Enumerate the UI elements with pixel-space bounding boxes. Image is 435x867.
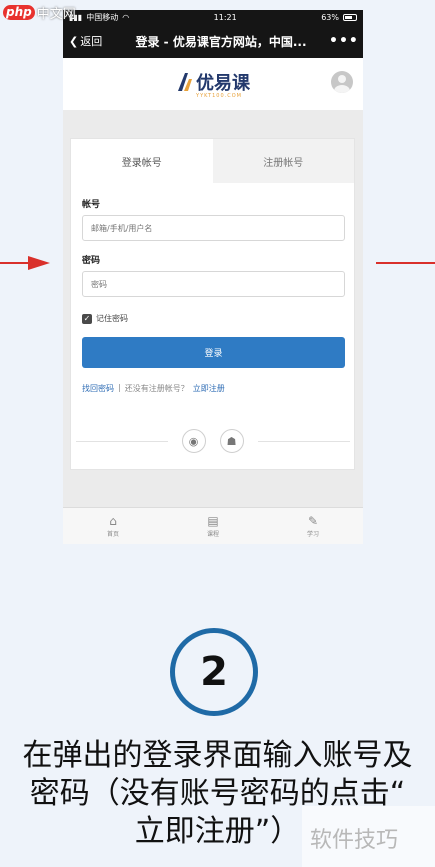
divider [75,440,168,442]
login-card: 登录帐号 注册帐号 帐号 密码 ✓ 记住密码 登录 找回密码 | 还没有注册帐号… [70,138,355,470]
back-button[interactable]: ❮ 返回 [69,33,113,49]
watermark-text: 中文网 [36,7,76,22]
bottom-tab-bar: ⌂ 首页 ▤ 课程 ✎ 学习 [63,507,363,544]
account-links: 找回密码 | 还没有注册帐号？ 立即注册 [82,383,343,394]
divider [257,440,350,442]
page-title: 登录 - 优易课官方网站，中国... [135,34,307,49]
link-separator: | [118,383,121,392]
battery-icon [342,13,357,21]
logo-domain: YYKT100.COM [196,93,242,99]
social-login: ◉ ☗ [71,429,354,453]
avatar[interactable] [331,71,353,93]
browser-nav-bar: ❮ 返回 登录 - 优易课官方网站，中国... ••• [63,24,363,58]
back-label: 返回 [80,35,103,48]
tabbar-label: 课程 [206,530,219,538]
more-menu-button[interactable]: ••• [329,33,358,49]
remember-checkbox[interactable]: ✓ [82,313,92,324]
register-link[interactable]: 立即注册 [193,383,225,394]
password-input[interactable] [82,271,345,297]
brand-watermark: 软件技巧 [302,806,435,867]
step-number-badge: 2 [170,628,258,716]
account-input[interactable] [82,215,345,241]
battery-percent: 63% [321,12,339,22]
site-header: 优易课 YYKT100.COM [63,58,363,110]
left-pointer-arrow [0,256,52,270]
remember-label: 记住密码 [96,314,128,323]
php-logo: php [3,5,35,20]
pencil-icon: ✎ [307,513,319,528]
logo-text: 优易课 [196,73,250,94]
password-label: 密码 [82,256,101,266]
login-button[interactable]: 登录 [82,337,345,368]
login-tabs: 登录帐号 注册帐号 [71,139,354,183]
tabbar-label: 学习 [306,530,319,538]
login-form: 帐号 密码 ✓ 记住密码 登录 找回密码 | 还没有注册帐号？ 立即注册 [71,183,354,394]
status-time: 11:21 [213,12,237,22]
no-account-text: 还没有注册帐号？ [124,384,189,393]
brand-watermark-text: 软件技巧 [310,828,399,853]
weibo-icon[interactable]: ◉ [181,429,206,453]
wifi-icon: ◠ [122,12,130,22]
tabbar-item-home[interactable]: ⌂ 首页 [63,508,163,544]
phone-screenshot: ▮▮▮ 中国移动 ◠ 11:21 63% ❮ 返回 登录 - 优易课官方网站，中… [63,10,363,544]
chevron-left-icon: ❮ [69,34,79,48]
right-pointer-line [376,256,435,270]
tabbar-label: 首页 [106,530,119,538]
book-icon: ▤ [207,513,219,528]
logo-mark-icon [178,73,192,91]
qq-icon[interactable]: ☗ [219,429,244,453]
site-logo[interactable]: 优易课 YYKT100.COM [176,69,250,99]
tabbar-item-courses[interactable]: ▤ 课程 [163,508,263,544]
tab-register[interactable]: 注册帐号 [212,139,354,183]
remember-password[interactable]: ✓ 记住密码 [82,313,343,324]
status-bar: ▮▮▮ 中国移动 ◠ 11:21 63% [63,10,363,24]
site-watermark: php 中文网 [3,3,76,22]
home-icon: ⌂ [109,513,117,528]
forgot-password-link[interactable]: 找回密码 [82,383,114,394]
tabbar-item-study[interactable]: ✎ 学习 [263,508,363,544]
carrier-label: 中国移动 [86,12,119,22]
tab-login[interactable]: 登录帐号 [71,139,213,183]
account-label: 帐号 [82,200,101,210]
caption-line: 在弹出的登录界面输入账号及 [22,738,413,773]
